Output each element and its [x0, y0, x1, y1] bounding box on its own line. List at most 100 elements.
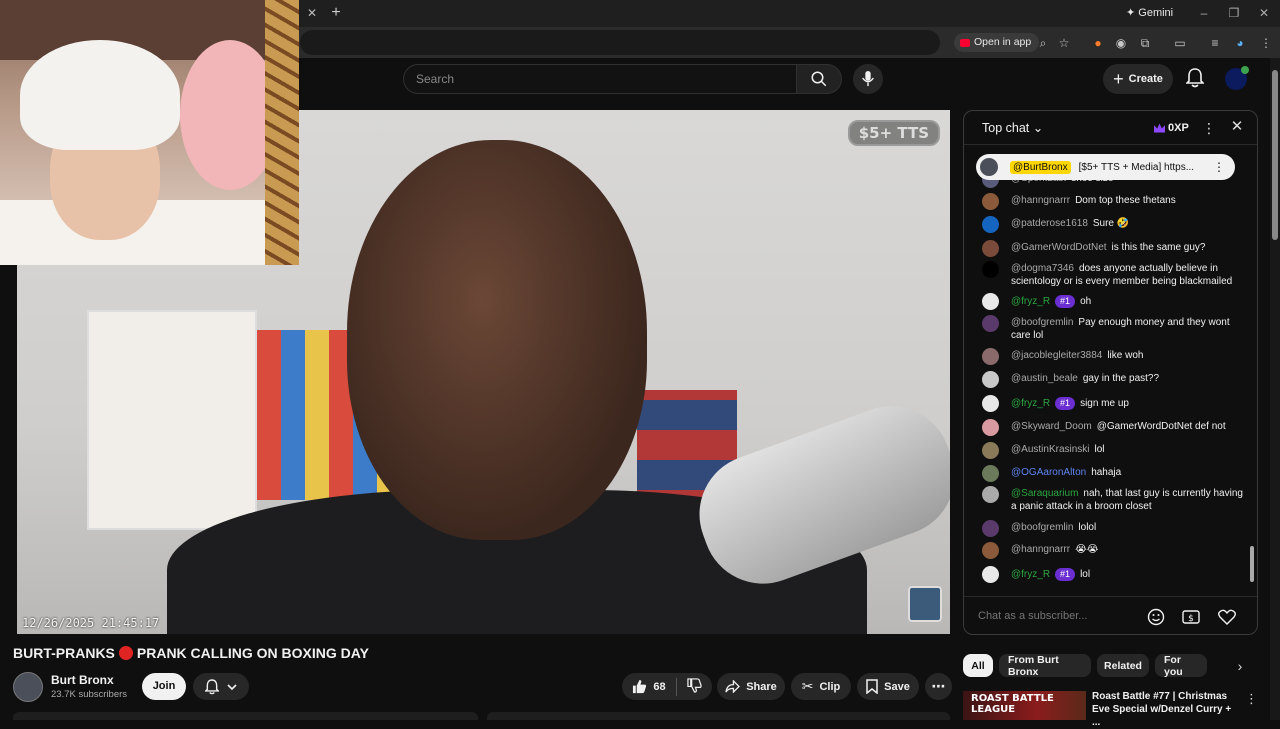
chat-message[interactable]: @fryz_R #1 oh: [982, 293, 1244, 310]
new-tab-icon[interactable]: +: [327, 3, 345, 23]
chat-message[interactable]: @Saraquarium nah, that last guy is curren…: [982, 486, 1244, 513]
extension-2-icon[interactable]: ◉: [1111, 33, 1131, 53]
minimize-icon[interactable]: –: [1192, 4, 1216, 22]
chat-avatar[interactable]: [982, 442, 999, 459]
chat-scroll-thumb[interactable]: [1250, 546, 1254, 582]
clip-button[interactable]: ✂ Clip: [791, 673, 851, 700]
chat-username[interactable]: @patderose1618: [1011, 218, 1088, 229]
chat-message[interactable]: @fryz_R #1 lol: [982, 566, 1244, 583]
pinned-message[interactable]: @BurtBronx [$5+ TTS + Media] https... ⋮: [976, 154, 1235, 180]
profile-icon[interactable]: ◕: [1230, 33, 1250, 53]
chat-username[interactable]: @GamerWordDotNet: [1011, 242, 1107, 253]
chat-message[interactable]: @boofgremlin Pay enough money and they wo…: [982, 315, 1244, 342]
gemini-button[interactable]: ✦ Gemini: [1118, 4, 1181, 23]
chat-username[interactable]: @OGAaronAlton: [1011, 467, 1086, 478]
pinned-text[interactable]: [$5+ TTS + Media] https...: [1079, 162, 1194, 173]
share-button[interactable]: Share: [717, 673, 785, 700]
chat-username[interactable]: @Saraquarium: [1011, 488, 1078, 499]
chat-username[interactable]: @dogma7346: [1011, 263, 1074, 274]
related-video-title[interactable]: Roast Battle #77 | Christmas Eve Special…: [1092, 690, 1242, 729]
save-button[interactable]: Save: [857, 673, 919, 700]
window-close-icon[interactable]: ✕: [1252, 4, 1276, 22]
chat-message[interactable]: @AustinKrasinski lol: [982, 442, 1244, 459]
chat-username[interactable]: @hanngnarrr: [1011, 544, 1070, 555]
chat-message[interactable]: @fryz_R #1 sign me up: [982, 395, 1244, 412]
subscription-bell-button[interactable]: [193, 673, 249, 700]
chat-username[interactable]: @hanngnarrr: [1011, 195, 1070, 206]
search-button[interactable]: [796, 64, 842, 94]
chat-mode-dropdown[interactable]: Top chat ⌄: [982, 120, 1043, 135]
notifications-button[interactable]: [1183, 66, 1207, 90]
chevron-right-icon[interactable]: ›: [1230, 657, 1250, 675]
chat-message[interactable]: @hanngnarrr 😭😭: [982, 542, 1244, 559]
chat-message[interactable]: @OGAaronAlton hahaja: [982, 465, 1244, 482]
chat-avatar[interactable]: [982, 371, 999, 388]
chat-avatar[interactable]: [982, 261, 999, 278]
address-input[interactable]: [300, 30, 940, 55]
chat-avatar[interactable]: [982, 240, 999, 257]
pinned-menu-icon[interactable]: ⋮: [1213, 160, 1225, 174]
chip-related[interactable]: Related: [1097, 654, 1149, 677]
chat-avatar[interactable]: [982, 465, 999, 482]
chat-username[interactable]: @fryz_R: [1011, 398, 1050, 409]
chat-avatar[interactable]: [982, 395, 999, 412]
maximize-icon[interactable]: ❐: [1222, 4, 1246, 22]
chat-avatar[interactable]: [982, 520, 999, 537]
join-button[interactable]: Join: [142, 673, 186, 700]
chat-message[interactable]: @GamerWordDotNet is this the same guy?: [982, 240, 1244, 257]
channel-avatar[interactable]: [13, 672, 43, 702]
extension-icon[interactable]: ●: [1088, 33, 1108, 53]
chat-avatar[interactable]: [982, 419, 999, 436]
browser-menu-icon[interactable]: ⋮: [1256, 33, 1276, 53]
more-actions-icon[interactable]: ⋯: [925, 673, 952, 700]
like-button[interactable]: 68: [632, 679, 666, 694]
chat-avatar[interactable]: [982, 315, 999, 332]
chat-avatar[interactable]: [982, 348, 999, 365]
xp-badge[interactable]: 0XP: [1154, 120, 1189, 136]
chat-message[interactable]: @boofgremlin lolol: [982, 520, 1244, 537]
chat-message[interactable]: @jacoblegleiter3884 like woh: [982, 348, 1244, 365]
chat-message[interactable]: @Skyward_Doom @GamerWordDotNet def not: [982, 419, 1244, 436]
chat-close-icon[interactable]: ✕: [1228, 118, 1246, 136]
chat-avatar[interactable]: [982, 293, 999, 310]
open-in-app-button[interactable]: Open in app: [954, 33, 1040, 52]
chat-username[interactable]: @jacoblegleiter3884: [1011, 350, 1102, 361]
account-avatar[interactable]: [1225, 66, 1249, 90]
chat-message[interactable]: @austin_beale gay in the past??: [982, 371, 1244, 388]
zoom-icon[interactable]: ⌕: [1033, 33, 1053, 53]
chip-for-you[interactable]: For you: [1155, 654, 1207, 678]
cast-icon[interactable]: ▭: [1170, 33, 1190, 53]
reading-list-icon[interactable]: ≡: [1205, 33, 1225, 53]
tab-close-icon[interactable]: ✕: [303, 4, 321, 22]
chat-username[interactable]: @austin_beale: [1011, 373, 1078, 384]
chat-avatar[interactable]: [982, 486, 999, 503]
chat-menu-icon[interactable]: ⋮: [1202, 119, 1216, 137]
chat-message[interactable]: @hanngnarrr Dom top these thetans: [982, 193, 1244, 210]
extensions-puzzle-icon[interactable]: ⧉: [1135, 33, 1155, 53]
chat-message-list[interactable]: @SpentLastshoe size@hanngnarrrDom top th…: [964, 173, 1249, 593]
chat-avatar[interactable]: [982, 216, 999, 233]
chat-message[interactable]: @dogma7346 does anyone actually believe i…: [982, 261, 1244, 288]
chat-username[interactable]: @AustinKrasinski: [1011, 444, 1090, 455]
chat-username[interactable]: @Skyward_Doom: [1011, 421, 1092, 432]
chat-username[interactable]: @fryz_R: [1011, 296, 1050, 307]
description-box-2[interactable]: [487, 712, 950, 720]
chat-input[interactable]: [978, 605, 1148, 627]
related-video-thumbnail[interactable]: ROAST BATTLE LEAGUE: [963, 691, 1086, 720]
super-chat-icon[interactable]: $: [1181, 607, 1201, 627]
chip-all[interactable]: All: [963, 654, 993, 677]
voice-search-button[interactable]: [853, 64, 883, 94]
chip-from-channel[interactable]: From Burt Bronx: [999, 654, 1091, 678]
chat-avatar[interactable]: [982, 542, 999, 559]
emoji-icon[interactable]: [1146, 607, 1166, 627]
chat-username[interactable]: @boofgremlin: [1011, 317, 1073, 328]
create-button[interactable]: + Create: [1103, 64, 1173, 94]
chat-avatar[interactable]: [982, 566, 999, 583]
search-input[interactable]: Search: [403, 64, 796, 94]
bookmark-star-icon[interactable]: ☆: [1054, 33, 1074, 53]
description-box[interactable]: [13, 712, 478, 720]
chat-scrollbar[interactable]: [1250, 151, 1254, 591]
chat-username[interactable]: @fryz_R: [1011, 569, 1050, 580]
chat-username[interactable]: @boofgremlin: [1011, 522, 1073, 533]
channel-name[interactable]: Burt Bronx: [51, 673, 114, 687]
